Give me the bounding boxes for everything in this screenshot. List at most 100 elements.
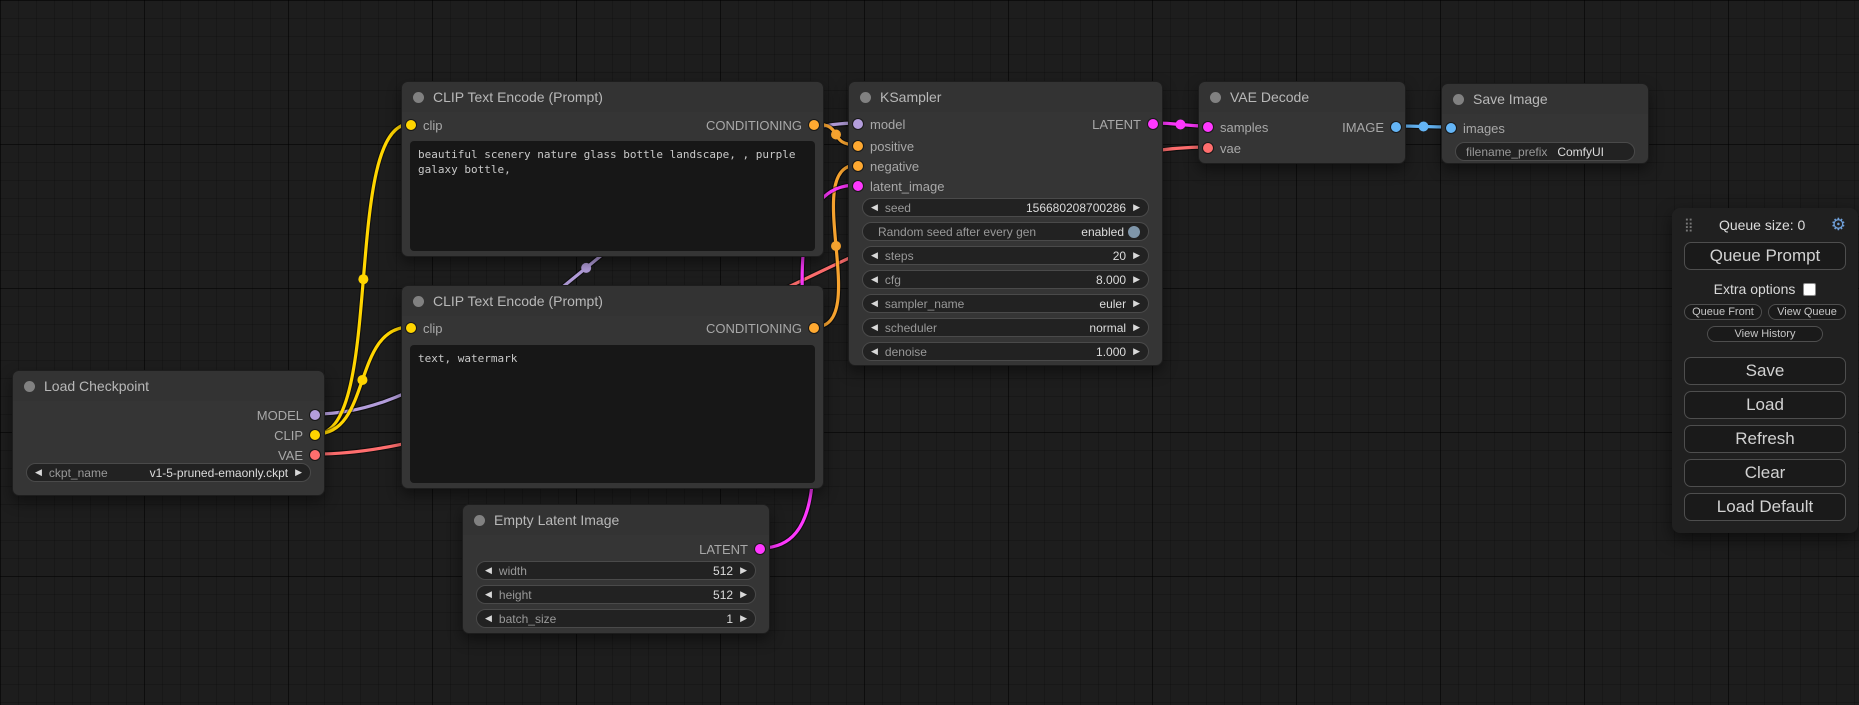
widget-batch-size[interactable]: ◀ batch_size 1 ▶ <box>476 609 756 628</box>
save-button[interactable]: Save <box>1684 357 1846 385</box>
widget-filename-prefix[interactable]: filename_prefix ComfyUI <box>1455 142 1635 161</box>
widget-denoise[interactable]: ◀ denoise 1.000 ▶ <box>862 342 1149 361</box>
extra-options-checkbox[interactable] <box>1803 283 1816 296</box>
refresh-button[interactable]: Refresh <box>1684 425 1846 453</box>
node-load-checkpoint-titlebar[interactable]: Load Checkpoint <box>13 371 324 401</box>
widget-cfg[interactable]: ◀ cfg 8.000 ▶ <box>862 270 1149 289</box>
node-empty-latent-titlebar[interactable]: Empty Latent Image <box>463 505 769 535</box>
link-midpoint-dot-checkpoint-model-to-ksampler[interactable] <box>581 263 591 273</box>
slot-dot-positive[interactable] <box>853 141 863 151</box>
drag-handle-icon[interactable]: ⣿ <box>1684 217 1694 233</box>
slot-dot-clip[interactable] <box>310 430 320 440</box>
input-slot-clip[interactable]: clip <box>406 115 443 135</box>
prompt-textarea[interactable]: beautiful scenery nature glass bottle la… <box>410 141 815 251</box>
slot-dot-clip[interactable] <box>406 120 416 130</box>
node-vae-decode[interactable]: VAE Decode samples vae IMAGE <box>1198 81 1406 164</box>
left-arrow-icon[interactable]: ◀ <box>871 299 878 308</box>
slot-dot-vae[interactable] <box>1203 143 1213 153</box>
node-clip-text-encode-negative[interactable]: CLIP Text Encode (Prompt) clip CONDITION… <box>401 285 824 489</box>
link-midpoint-dot-positive-conditioning-to-ksampler[interactable] <box>831 130 841 140</box>
left-arrow-icon[interactable]: ◀ <box>871 275 878 284</box>
clear-button[interactable]: Clear <box>1684 459 1846 487</box>
widget-random-seed-toggle[interactable]: Random seed after every gen enabled <box>862 222 1149 241</box>
input-slot-clip[interactable]: clip <box>406 318 443 338</box>
output-slot-model[interactable]: MODEL <box>257 405 320 425</box>
link-midpoint-dot-negative-conditioning-to-ksampler[interactable] <box>831 241 841 251</box>
load-button[interactable]: Load <box>1684 391 1846 419</box>
output-slot-latent[interactable]: LATENT <box>1092 114 1158 134</box>
slot-dot-image[interactable] <box>1391 122 1401 132</box>
queue-front-button[interactable]: Queue Front <box>1684 304 1762 320</box>
left-arrow-icon[interactable]: ◀ <box>485 614 492 623</box>
slot-dot-clip[interactable] <box>406 323 416 333</box>
output-slot-conditioning[interactable]: CONDITIONING <box>706 115 819 135</box>
node-ksampler[interactable]: KSampler model positive negative latent_… <box>848 81 1163 366</box>
slot-dot-conditioning[interactable] <box>809 323 819 333</box>
right-arrow-icon[interactable]: ▶ <box>1133 347 1140 356</box>
slot-dot-latent[interactable] <box>1148 119 1158 129</box>
view-queue-button[interactable]: View Queue <box>1768 304 1846 320</box>
slot-dot-samples[interactable] <box>1203 122 1213 132</box>
collapse-dot-icon[interactable] <box>413 92 424 103</box>
node-clip-encode-positive-titlebar[interactable]: CLIP Text Encode (Prompt) <box>402 82 823 112</box>
widget-scheduler[interactable]: ◀ scheduler normal ▶ <box>862 318 1149 337</box>
right-arrow-icon[interactable]: ▶ <box>295 468 302 477</box>
widget-steps[interactable]: ◀ steps 20 ▶ <box>862 246 1149 265</box>
collapse-dot-icon[interactable] <box>1210 92 1221 103</box>
input-slot-positive[interactable]: positive <box>853 136 914 156</box>
load-default-button[interactable]: Load Default <box>1684 493 1846 521</box>
node-ksampler-titlebar[interactable]: KSampler <box>849 82 1162 112</box>
right-arrow-icon[interactable]: ▶ <box>1133 251 1140 260</box>
graph-canvas[interactable]: Load Checkpoint MODEL CLIP VAE ◀ ckpt_na… <box>0 0 1859 705</box>
right-arrow-icon[interactable]: ▶ <box>1133 203 1140 212</box>
slot-dot-latent[interactable] <box>755 544 765 554</box>
input-slot-samples[interactable]: samples <box>1203 117 1268 137</box>
widget-width[interactable]: ◀ width 512 ▶ <box>476 561 756 580</box>
collapse-dot-icon[interactable] <box>860 92 871 103</box>
slot-dot-model[interactable] <box>310 410 320 420</box>
link-midpoint-dot-ksampler-latent-to-decode[interactable] <box>1176 120 1186 130</box>
slot-dot-negative[interactable] <box>853 161 863 171</box>
link-midpoint-dot-decode-image-to-save[interactable] <box>1419 122 1429 132</box>
slot-dot-latent-image[interactable] <box>853 181 863 191</box>
right-arrow-icon[interactable]: ▶ <box>1133 299 1140 308</box>
input-slot-images[interactable]: images <box>1446 118 1505 138</box>
widget-sampler-name[interactable]: ◀ sampler_name euler ▶ <box>862 294 1149 313</box>
collapse-dot-icon[interactable] <box>24 381 35 392</box>
widget-seed[interactable]: ◀ seed 156680208700286 ▶ <box>862 198 1149 217</box>
queue-prompt-button[interactable]: Queue Prompt <box>1684 242 1846 270</box>
widget-height[interactable]: ◀ height 512 ▶ <box>476 585 756 604</box>
left-arrow-icon[interactable]: ◀ <box>871 323 878 332</box>
node-vae-decode-titlebar[interactable]: VAE Decode <box>1199 82 1405 112</box>
right-arrow-icon[interactable]: ▶ <box>740 590 747 599</box>
output-slot-clip[interactable]: CLIP <box>274 425 320 445</box>
input-slot-model[interactable]: model <box>853 114 905 134</box>
output-slot-latent[interactable]: LATENT <box>699 539 765 559</box>
widget-ckpt-name[interactable]: ◀ ckpt_name v1-5-pruned-emaonly.ckpt ▶ <box>26 463 311 482</box>
input-slot-vae[interactable]: vae <box>1203 138 1241 158</box>
node-clip-encode-negative-titlebar[interactable]: CLIP Text Encode (Prompt) <box>402 286 823 316</box>
right-arrow-icon[interactable]: ▶ <box>1133 323 1140 332</box>
left-arrow-icon[interactable]: ◀ <box>35 468 42 477</box>
collapse-dot-icon[interactable] <box>1453 94 1464 105</box>
slot-dot-vae[interactable] <box>310 450 320 460</box>
collapse-dot-icon[interactable] <box>474 515 485 526</box>
link-midpoint-dot-checkpoint-clip-to-negative-encode[interactable] <box>357 375 367 385</box>
left-arrow-icon[interactable]: ◀ <box>485 566 492 575</box>
output-slot-conditioning[interactable]: CONDITIONING <box>706 318 819 338</box>
input-slot-negative[interactable]: negative <box>853 156 919 176</box>
slot-dot-model[interactable] <box>853 119 863 129</box>
right-arrow-icon[interactable]: ▶ <box>740 566 747 575</box>
right-arrow-icon[interactable]: ▶ <box>1133 275 1140 284</box>
toggle-knob[interactable] <box>1128 226 1140 238</box>
node-save-image[interactable]: Save Image images filename_prefix ComfyU… <box>1441 83 1649 164</box>
right-arrow-icon[interactable]: ▶ <box>740 614 747 623</box>
output-slot-image[interactable]: IMAGE <box>1342 117 1401 137</box>
left-arrow-icon[interactable]: ◀ <box>485 590 492 599</box>
left-arrow-icon[interactable]: ◀ <box>871 203 878 212</box>
slot-dot-conditioning[interactable] <box>809 120 819 130</box>
left-arrow-icon[interactable]: ◀ <box>871 251 878 260</box>
node-load-checkpoint[interactable]: Load Checkpoint MODEL CLIP VAE ◀ ckpt_na… <box>12 370 325 496</box>
node-empty-latent-image[interactable]: Empty Latent Image LATENT ◀ width 512 ▶ … <box>462 504 770 634</box>
prompt-textarea[interactable]: text, watermark <box>410 345 815 483</box>
